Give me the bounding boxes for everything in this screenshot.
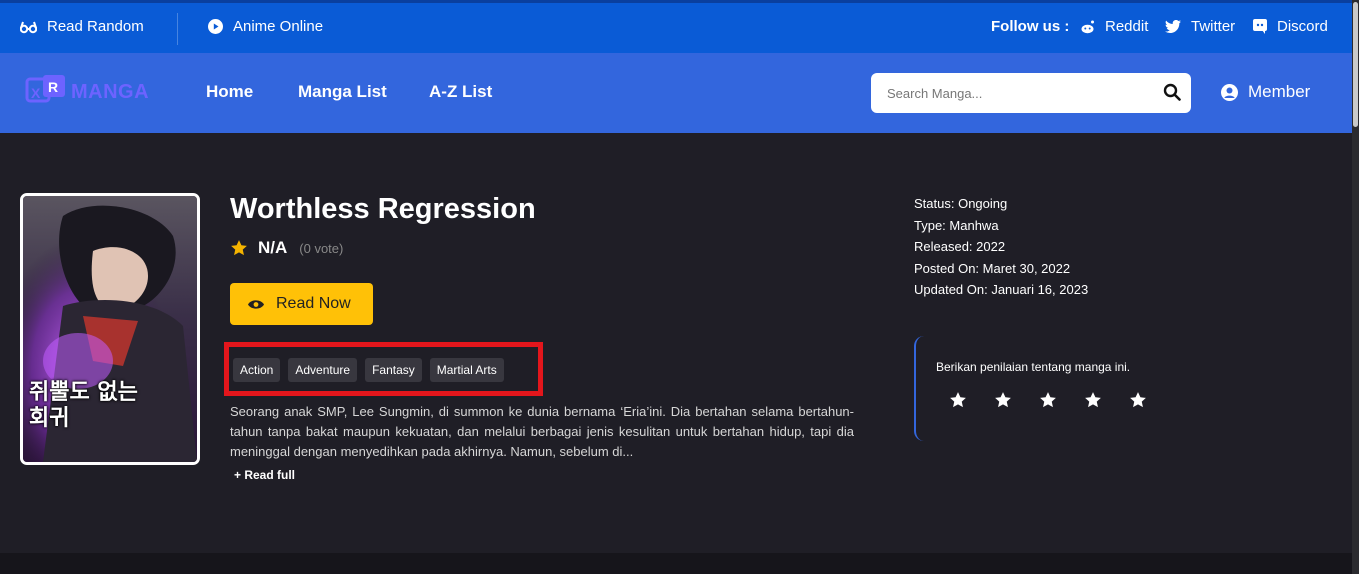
svg-text:R: R — [48, 79, 58, 95]
manga-info-list: Status: Ongoing Type: Manhwa Released: 2… — [914, 193, 1088, 301]
page-scrollbar[interactable] — [1352, 0, 1359, 574]
main-navbar: X R MANGA Home Manga List A-Z List Membe… — [0, 53, 1352, 133]
manga-detail-section: 쥐뿔도 없는 회귀 Worthless Regression N/A (0 vo… — [0, 133, 1352, 553]
rating-value: N/A — [258, 238, 288, 257]
info-status: Status: Ongoing — [914, 196, 1008, 211]
reddit-link[interactable]: Reddit — [1080, 18, 1148, 35]
svg-text:X: X — [31, 85, 41, 101]
rate-star-3-icon[interactable] — [1039, 391, 1057, 409]
discord-label: Discord — [1277, 18, 1328, 35]
member-label: Member — [1248, 82, 1311, 101]
twitter-icon — [1165, 20, 1181, 33]
discord-link[interactable]: Discord — [1253, 18, 1328, 35]
search-input[interactable] — [871, 73, 1151, 113]
info-released: Released: 2022 — [914, 239, 1006, 254]
rate-star-4-icon[interactable] — [1084, 391, 1102, 409]
site-logo[interactable]: X R MANGA — [25, 73, 149, 111]
reddit-label: Reddit — [1105, 18, 1149, 35]
rate-star-2-icon[interactable] — [994, 391, 1012, 409]
manga-title: Worthless Regression — [230, 193, 536, 225]
scrollbar-thumb[interactable] — [1353, 2, 1358, 127]
logo-badge: X R — [25, 73, 69, 111]
star-icon — [231, 240, 247, 256]
glasses-icon — [20, 21, 37, 33]
twitter-link[interactable]: Twitter — [1165, 18, 1235, 35]
twitter-label: Twitter — [1191, 18, 1236, 35]
rating-stars — [949, 391, 1147, 409]
manga-cover-image: 쥐뿔도 없는 회귀 — [20, 193, 200, 465]
rating-row: N/A (0 vote) — [230, 238, 343, 258]
top-bar: Read Random Anime Online Follow us : Red… — [0, 0, 1352, 53]
search-box — [871, 73, 1191, 113]
genre-tag-martial-arts[interactable]: Martial Arts — [429, 358, 504, 382]
reddit-icon — [1081, 20, 1094, 33]
topbar-divider — [177, 13, 178, 45]
synopsis-text: Seorang anak SMP, Lee Sungmin, di summon… — [230, 404, 854, 459]
play-circle-icon — [208, 19, 223, 34]
cover-korean-title: 쥐뿔도 없는 회귀 — [29, 380, 138, 431]
anime-online-link[interactable]: Anime Online — [208, 18, 323, 35]
rate-prompt: Berikan penilaian tentang manga ini. — [936, 360, 1131, 374]
nav-az-list[interactable]: A-Z List — [429, 82, 492, 102]
discord-icon — [1253, 19, 1267, 34]
vote-count: (0 vote) — [299, 240, 344, 256]
follow-us-label: Follow us : — [991, 18, 1070, 35]
genre-tag-fantasy[interactable]: Fantasy — [365, 358, 422, 382]
anime-online-label: Anime Online — [233, 18, 324, 35]
rate-star-1-icon[interactable] — [949, 391, 967, 409]
read-full-link[interactable]: + Read full — [234, 468, 295, 482]
user-circle-icon — [1221, 83, 1238, 101]
footer-strip — [0, 553, 1352, 574]
member-link[interactable]: Member — [1221, 82, 1310, 102]
read-now-label: Read Now — [276, 295, 351, 312]
genre-list: Action Adventure Fantasy Martial Arts — [233, 358, 504, 382]
read-now-button[interactable]: Read Now — [230, 283, 373, 325]
info-posted-on: Posted On: Maret 30, 2022 — [914, 260, 1071, 276]
genre-tag-action[interactable]: Action — [233, 358, 281, 382]
rating-widget: Berikan penilaian tentang manga ini. — [914, 336, 1164, 441]
info-type: Type: Manhwa — [914, 217, 999, 233]
search-icon[interactable] — [1163, 83, 1181, 101]
rate-star-5-icon[interactable] — [1129, 391, 1147, 409]
genre-tag-adventure[interactable]: Adventure — [288, 358, 358, 382]
read-random-link[interactable]: Read Random — [20, 18, 144, 35]
logo-text: MANGA — [71, 80, 150, 103]
info-updated-on: Updated On: Januari 16, 2023 — [914, 282, 1089, 297]
read-random-label: Read Random — [47, 18, 144, 35]
nav-manga-list[interactable]: Manga List — [298, 82, 387, 102]
eye-icon — [248, 299, 264, 309]
nav-home[interactable]: Home — [206, 82, 253, 102]
